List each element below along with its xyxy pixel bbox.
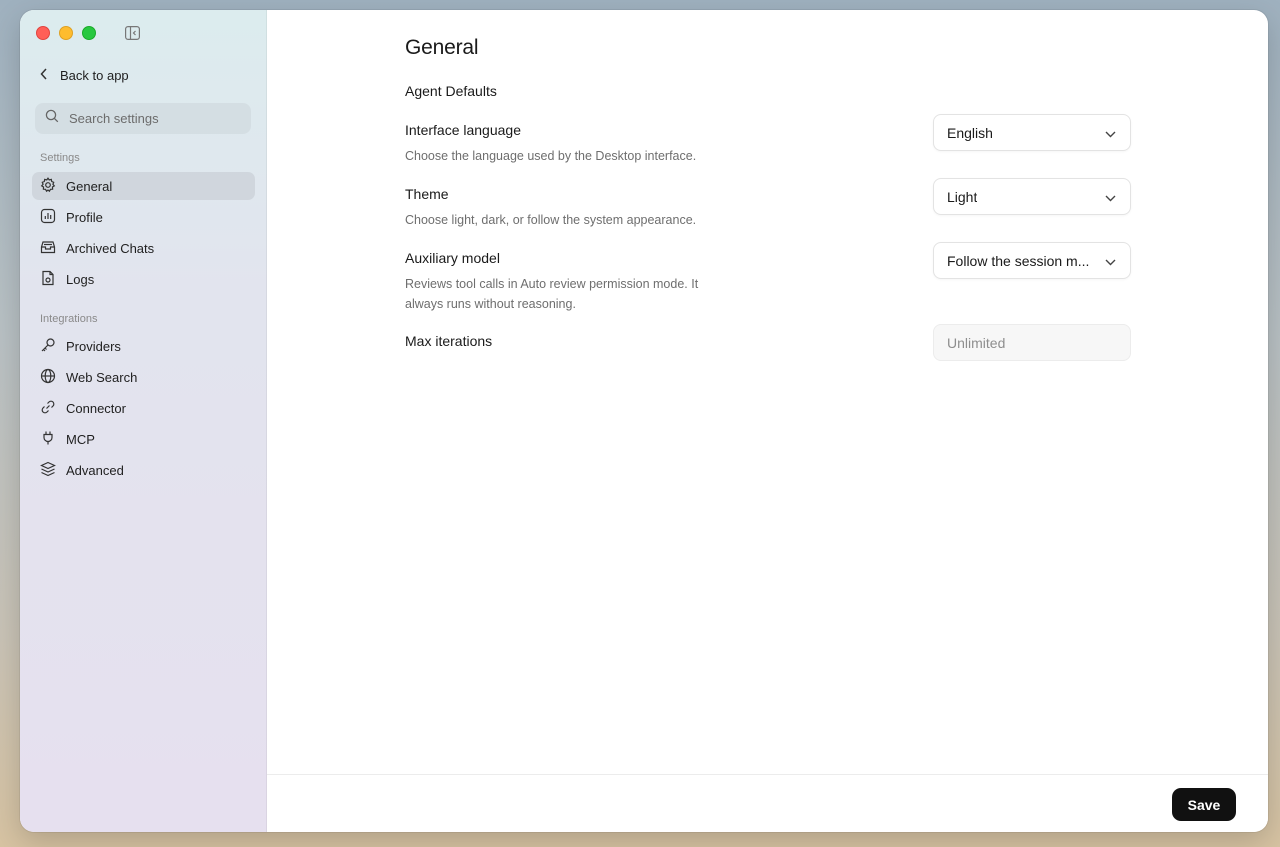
setting-description: Reviews tool calls in Auto review permis… xyxy=(405,277,699,311)
minimize-window-button[interactable] xyxy=(59,26,73,40)
select-value: Follow the session m... xyxy=(947,252,1090,269)
integrations-section-label: Integrations xyxy=(40,313,98,325)
sidebar-item-advanced[interactable]: Advanced xyxy=(32,456,255,484)
sidebar-item-label: Archived Chats xyxy=(66,240,155,256)
page-title: General xyxy=(405,36,479,59)
setting-row-theme: Theme Choose light, dark, or follow the … xyxy=(405,178,1131,230)
archive-icon xyxy=(40,239,56,258)
theme-select[interactable]: Light xyxy=(933,178,1131,215)
save-button[interactable]: Save xyxy=(1172,788,1236,821)
sidebar-item-label: MCP xyxy=(66,431,95,447)
chevron-down-icon xyxy=(1105,253,1116,269)
setting-row-interface-language: Interface language Choose the language u… xyxy=(405,114,1131,166)
sidebar-item-logs[interactable]: Logs xyxy=(32,265,255,293)
setting-row-max-iterations: Max iterations xyxy=(405,324,1131,361)
sidebar-item-general[interactable]: General xyxy=(32,172,255,200)
interface-language-select[interactable]: English xyxy=(933,114,1131,151)
footer-bar: Save xyxy=(267,774,1268,832)
layers-icon xyxy=(40,461,56,480)
sidebar-item-label: General xyxy=(66,178,113,194)
sidebar-item-label: Advanced xyxy=(66,462,124,478)
chart-icon xyxy=(40,208,56,227)
setting-description: Choose the language used by the Desktop … xyxy=(405,149,697,163)
sidebar-item-web-search[interactable]: Web Search xyxy=(32,363,255,391)
setting-row-auxiliary-model: Auxiliary model Reviews tool calls in Au… xyxy=(405,242,1131,314)
settings-nav: General Profile Archived Chats Logs xyxy=(32,172,255,296)
chevron-down-icon xyxy=(1105,125,1116,141)
document-icon xyxy=(40,270,56,289)
sidebar-item-mcp[interactable]: MCP xyxy=(32,425,255,453)
search-input[interactable] xyxy=(69,111,239,126)
max-iterations-input[interactable] xyxy=(933,324,1131,361)
main-panel: General Agent Defaults Interface languag… xyxy=(267,10,1268,832)
link-icon xyxy=(40,399,56,418)
setting-description: Choose light, dark, or follow the system… xyxy=(405,213,697,227)
sidebar-item-providers[interactable]: Providers xyxy=(32,332,255,360)
search-icon xyxy=(45,109,59,128)
search-settings[interactable] xyxy=(35,103,251,134)
settings-window: Back to app Settings General Profile xyxy=(20,10,1268,832)
sidebar-item-connector[interactable]: Connector xyxy=(32,394,255,422)
sidebar: Back to app Settings General Profile xyxy=(20,10,267,832)
gear-icon xyxy=(40,176,56,196)
sidebar-item-archived-chats[interactable]: Archived Chats xyxy=(32,234,255,262)
plug-icon xyxy=(40,430,56,449)
close-window-button[interactable] xyxy=(36,26,50,40)
sidebar-item-label: Profile xyxy=(66,209,103,225)
select-value: Light xyxy=(947,188,978,205)
chevron-down-icon xyxy=(1105,189,1116,205)
sidebar-item-label: Connector xyxy=(66,400,126,416)
auxiliary-model-select[interactable]: Follow the session m... xyxy=(933,242,1131,279)
globe-icon xyxy=(40,368,56,387)
settings-section-label: Settings xyxy=(40,152,80,164)
sidebar-toggle-icon[interactable] xyxy=(125,26,141,41)
chevron-left-icon xyxy=(40,68,48,83)
traffic-lights xyxy=(36,26,96,40)
section-title: Agent Defaults xyxy=(405,83,497,99)
integrations-nav: Providers Web Search Connector MCP Advan… xyxy=(32,332,255,487)
select-value: English xyxy=(947,124,993,141)
sidebar-item-profile[interactable]: Profile xyxy=(32,203,255,231)
sidebar-item-label: Logs xyxy=(66,271,95,287)
zoom-window-button[interactable] xyxy=(82,26,96,40)
back-to-app-label: Back to app xyxy=(60,68,129,83)
back-to-app-button[interactable]: Back to app xyxy=(40,68,129,83)
key-icon xyxy=(40,337,56,356)
sidebar-item-label: Web Search xyxy=(66,369,138,385)
sidebar-item-label: Providers xyxy=(66,338,121,354)
